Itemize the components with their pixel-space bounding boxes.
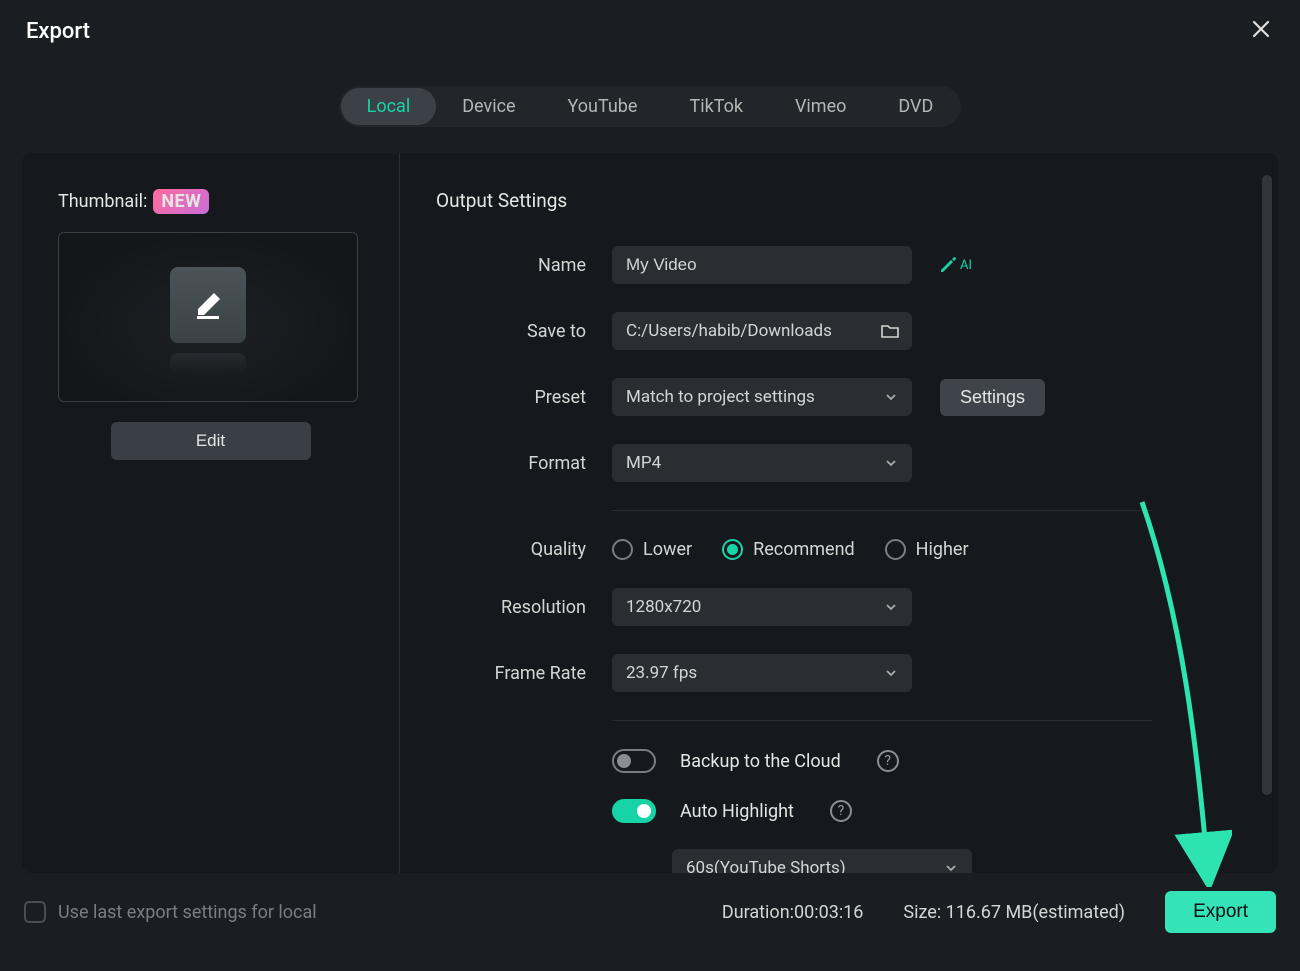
chevron-down-icon <box>884 666 898 680</box>
preset-label: Preset <box>436 387 586 408</box>
tab-youtube[interactable]: YouTube <box>542 88 664 125</box>
help-icon[interactable]: ? <box>877 750 899 772</box>
preset-settings-button[interactable]: Settings <box>940 379 1045 416</box>
chevron-down-icon <box>944 861 958 873</box>
saveto-label: Save to <box>436 321 586 342</box>
duration-info: Duration:00:03:16 <box>722 902 864 923</box>
thumbnail-placeholder-icon <box>170 267 246 343</box>
name-input[interactable] <box>612 246 912 284</box>
radio-icon <box>885 539 906 560</box>
highlight-preset-select[interactable]: 60s(YouTube Shorts) <box>672 849 972 873</box>
format-select[interactable]: MP4 <box>612 444 912 482</box>
auto-highlight-label: Auto Highlight <box>680 801 794 822</box>
size-info: Size: 116.67 MB(estimated) <box>903 902 1125 923</box>
tab-tiktok[interactable]: TikTok <box>663 88 769 125</box>
radio-icon <box>612 539 633 560</box>
preset-select[interactable]: Match to project settings <box>612 378 912 416</box>
scrollbar[interactable] <box>1262 175 1272 795</box>
backup-cloud-label: Backup to the Cloud <box>680 751 841 772</box>
tab-local[interactable]: Local <box>341 88 437 125</box>
chevron-down-icon <box>884 600 898 614</box>
radio-icon <box>722 539 743 560</box>
quality-label: Quality <box>436 539 586 560</box>
new-badge: NEW <box>153 189 209 214</box>
quality-recommend-radio[interactable]: Recommend <box>722 539 855 560</box>
export-tabs: Local Device YouTube TikTok Vimeo DVD <box>339 86 962 127</box>
tab-dvd[interactable]: DVD <box>872 88 959 125</box>
name-label: Name <box>436 255 586 276</box>
window-title: Export <box>26 19 90 44</box>
divider <box>612 720 1152 721</box>
saveto-field[interactable]: C:/Users/habib/Downloads <box>612 312 912 350</box>
backup-cloud-toggle[interactable] <box>612 749 656 773</box>
folder-icon <box>880 321 900 341</box>
pen-icon <box>938 255 958 275</box>
tab-device[interactable]: Device <box>436 88 541 125</box>
resolution-select[interactable]: 1280x720 <box>612 588 912 626</box>
quality-lower-radio[interactable]: Lower <box>612 539 692 560</box>
format-label: Format <box>436 453 586 474</box>
framerate-select[interactable]: 23.97 fps <box>612 654 912 692</box>
divider <box>612 510 1152 511</box>
output-settings-title: Output Settings <box>436 189 1224 212</box>
framerate-label: Frame Rate <box>436 663 586 684</box>
quality-higher-radio[interactable]: Higher <box>885 539 969 560</box>
use-last-settings-label: Use last export settings for local <box>58 902 317 923</box>
export-button[interactable]: Export <box>1165 891 1276 933</box>
chevron-down-icon <box>884 390 898 404</box>
use-last-settings-checkbox[interactable] <box>24 901 46 923</box>
help-icon[interactable]: ? <box>830 800 852 822</box>
thumbnail-preview[interactable] <box>58 232 358 402</box>
tab-vimeo[interactable]: Vimeo <box>769 88 872 125</box>
thumbnail-reflection <box>170 353 246 375</box>
close-icon <box>1252 20 1270 38</box>
close-button[interactable] <box>1248 16 1274 46</box>
resolution-label: Resolution <box>436 597 586 618</box>
ai-name-button[interactable]: AI <box>938 255 972 275</box>
edit-pencil-icon <box>188 285 228 325</box>
auto-highlight-toggle[interactable] <box>612 799 656 823</box>
chevron-down-icon <box>884 456 898 470</box>
edit-thumbnail-button[interactable]: Edit <box>111 422 311 460</box>
thumbnail-label: Thumbnail: <box>58 191 147 212</box>
